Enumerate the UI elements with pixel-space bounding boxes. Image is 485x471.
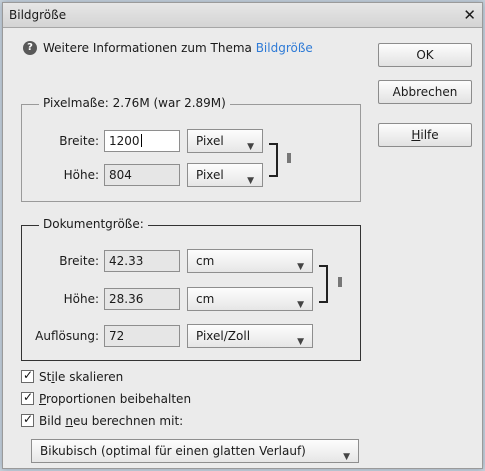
doc-width-input[interactable]: 42.33 — [104, 250, 180, 272]
pixel-link-bracket — [269, 143, 278, 177]
help-button[interactable]: Hilfe — [378, 123, 472, 147]
doc-height-label: Höhe: — [63, 292, 99, 306]
doc-height-value: 28.36 — [109, 292, 144, 306]
pixel-height-label: Höhe: — [63, 168, 99, 182]
pixel-width-input[interactable]: 1200 — [104, 130, 180, 152]
pixel-height-value: 804 — [109, 168, 132, 182]
cancel-button[interactable]: Abbrechen — [378, 80, 472, 104]
resample-image-checkbox[interactable]: ✓ Bild neu berechnen mit: — [21, 412, 241, 429]
link-icon — [338, 277, 342, 287]
scale-styles-checkbox[interactable]: ✓ Stile skalieren — [21, 368, 181, 385]
scale-styles-post: le skalieren — [54, 370, 124, 384]
resample-post: eu berechnen mit: — [72, 414, 184, 428]
pixel-height-input[interactable]: 804 — [104, 164, 180, 186]
dialog-title: Bildgröße — [9, 8, 67, 22]
scale-styles-label: Stile skalieren — [39, 370, 123, 384]
image-size-dialog: Bildgröße ✕ ? Weitere Informationen zum … — [2, 2, 483, 469]
doc-width-unit: cm — [196, 254, 215, 268]
doc-width-unit-select[interactable]: cm ▼ — [187, 249, 313, 273]
pixel-width-value: 1200 — [109, 134, 140, 148]
title-bar[interactable]: Bildgröße ✕ — [3, 3, 482, 28]
chevron-down-icon: ▼ — [247, 142, 254, 152]
close-icon[interactable]: ✕ — [463, 6, 476, 24]
constrain-proportions-label: Proportionen beibehalten — [39, 392, 191, 406]
chevron-down-icon: ▼ — [343, 452, 350, 462]
constrain-accel: P — [39, 392, 47, 406]
pixel-dimensions-group — [21, 104, 361, 202]
resolution-label: Auflösung: — [35, 329, 99, 343]
resample-image-label: Bild neu berechnen mit: — [39, 414, 183, 428]
doc-height-input[interactable]: 28.36 — [104, 288, 180, 310]
scale-styles-pre: St — [39, 370, 52, 384]
pixel-width-label: Breite: — [59, 134, 99, 148]
chevron-down-icon: ▼ — [297, 262, 304, 272]
doc-height-unit-select[interactable]: cm ▼ — [187, 287, 313, 311]
help-button-label: ilfe — [420, 128, 439, 142]
resample-method-select[interactable]: Bikubisch (optimal für einen glatten Ver… — [31, 439, 359, 463]
constrain-proportions-checkbox[interactable]: ✓ Proportionen beibehalten — [21, 390, 241, 407]
doc-width-label: Breite: — [59, 254, 99, 268]
constrain-post: roportionen beibehalten — [46, 392, 192, 406]
document-size-legend: Dokumentgröße: — [39, 217, 148, 231]
pixel-dimensions-legend: Pixelmaße: 2.76M (war 2.89M) — [39, 96, 230, 110]
info-link[interactable]: Bildgröße — [256, 41, 313, 55]
text-cursor — [140, 134, 142, 147]
chevron-down-icon: ▼ — [247, 176, 254, 186]
chevron-down-icon: ▼ — [297, 300, 304, 310]
help-circle-icon: ? — [23, 41, 37, 55]
resample-accel: n — [65, 414, 73, 428]
pixel-width-unit: Pixel — [196, 134, 224, 148]
ok-button[interactable]: OK — [378, 43, 472, 67]
doc-link-bracket — [319, 265, 328, 303]
resample-method: Bikubisch (optimal für einen glatten Ver… — [40, 444, 306, 458]
check-icon: ✓ — [23, 412, 34, 426]
check-icon: ✓ — [23, 390, 34, 404]
info-text-prefix: Weitere Informationen zum Thema — [43, 41, 256, 55]
pixel-height-unit-select[interactable]: Pixel ▼ — [187, 163, 263, 187]
resolution-unit-select[interactable]: Pixel/Zoll ▼ — [187, 324, 313, 348]
checkbox-box[interactable]: ✓ — [21, 390, 34, 405]
chevron-down-icon: ▼ — [297, 337, 304, 347]
doc-height-unit: cm — [196, 292, 215, 306]
info-text: Weitere Informationen zum Thema Bildgröß… — [43, 41, 313, 55]
checkbox-box[interactable]: ✓ — [21, 412, 34, 427]
resolution-value: 72 — [109, 329, 125, 343]
resolution-input[interactable]: 72 — [104, 325, 180, 347]
resample-pre: Bild — [39, 414, 66, 428]
pixel-height-unit: Pixel — [196, 168, 224, 182]
check-icon: ✓ — [23, 368, 34, 382]
checkbox-box[interactable]: ✓ — [21, 368, 34, 383]
pixel-width-unit-select[interactable]: Pixel ▼ — [187, 129, 263, 153]
doc-width-value: 42.33 — [109, 254, 144, 268]
resolution-unit: Pixel/Zoll — [196, 329, 251, 343]
link-icon — [287, 153, 291, 163]
